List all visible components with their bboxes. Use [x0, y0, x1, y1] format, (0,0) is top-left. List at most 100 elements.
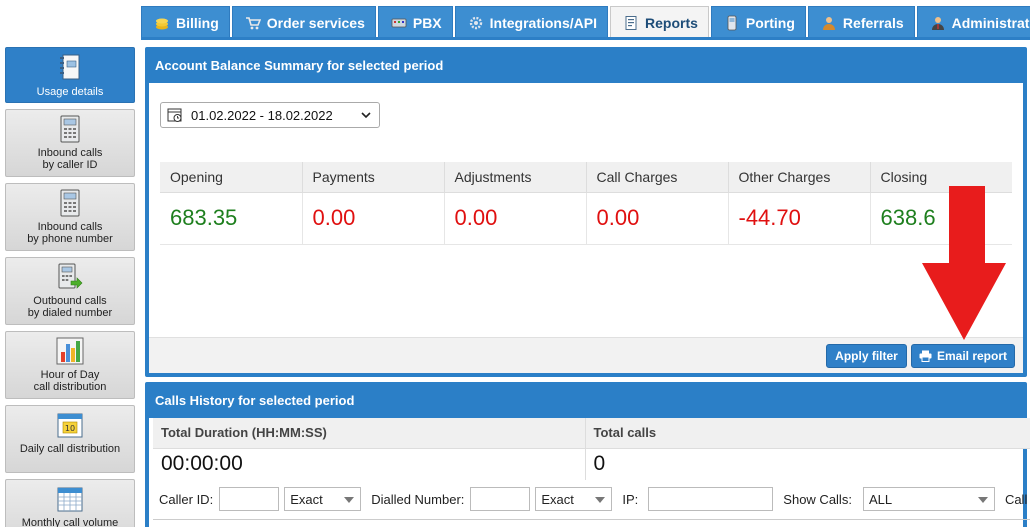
sidebar-item-monthly-call-volume[interactable]: Monthly call volume — [5, 479, 135, 527]
user-icon — [822, 16, 835, 30]
panel-body: 01.02.2022 - 18.02.2022 Opening Payments… — [149, 83, 1023, 373]
tab-porting[interactable]: Porting — [710, 6, 806, 38]
email-report-label: Email report — [936, 349, 1008, 363]
show-calls-select[interactable]: ALL — [862, 487, 995, 511]
tab-underline — [141, 37, 1030, 40]
col-adjustments: Adjustments — [443, 162, 586, 193]
tab-reports[interactable]: Reports — [610, 6, 709, 39]
sidebar-item-label: Monthly call volume — [21, 517, 119, 527]
sidebar: Usage details Inbound calls by caller ID… — [5, 47, 135, 527]
caret-down-icon — [595, 497, 606, 503]
dialled-number-match-select[interactable]: Exact — [535, 487, 613, 511]
notebook-icon — [60, 54, 80, 80]
apply-filter-button[interactable]: Apply filter — [826, 344, 907, 368]
panel-footer: Apply filter Email report — [149, 337, 1023, 373]
col-opening: Opening — [160, 162, 302, 193]
tab-label: Billing — [176, 14, 219, 31]
sidebar-item-label: Inbound calls by phone number — [27, 221, 113, 245]
tab-pbx[interactable]: PBX — [377, 6, 453, 38]
table-row: 683.35 0.00 0.00 0.00 -44.70 638.6 — [160, 192, 1012, 245]
tab-label: Porting — [745, 14, 795, 31]
table-row: 00:00:00 0 — [153, 448, 1030, 480]
calendar-icon: 10 — [57, 413, 83, 438]
col-payments: Payments — [301, 162, 444, 193]
call-charges-value: 0.00 — [585, 192, 728, 245]
tab-label: Referrals — [842, 14, 904, 31]
payments-value: 0.00 — [301, 192, 444, 245]
tab-label: Reports — [645, 15, 698, 31]
caller-id-match-select[interactable]: Exact — [284, 487, 362, 511]
other-charges-value: -44.70 — [727, 192, 870, 245]
reports-page: Billing Order services PBX Integrations/… — [0, 0, 1030, 527]
bar-chart-icon — [56, 337, 84, 365]
tab-billing[interactable]: Billing — [141, 6, 230, 38]
pbx-icon — [391, 18, 407, 27]
select-value: Exact — [290, 491, 323, 507]
tab-order-services[interactable]: Order services — [231, 6, 376, 38]
sidebar-item-inbound-by-phone-number[interactable]: Inbound calls by phone number — [5, 183, 135, 251]
call-type-label: Call Typ — [1004, 491, 1030, 507]
sidebar-item-inbound-by-caller-id[interactable]: Inbound calls by caller ID — [5, 109, 135, 177]
tab-label: Integrations/API — [489, 14, 598, 31]
ip-input[interactable] — [648, 487, 774, 511]
top-tabs: Billing Order services PBX Integrations/… — [141, 6, 1030, 39]
date-range-value: 01.02.2022 - 18.02.2022 — [191, 107, 333, 123]
date-range-picker[interactable]: 01.02.2022 - 18.02.2022 — [160, 102, 380, 128]
sidebar-item-daily-call-distribution[interactable]: 10 Daily call distribution — [5, 405, 135, 473]
sidebar-item-label: Inbound calls by caller ID — [37, 147, 103, 171]
table-header-row: Total Duration (HH:MM:SS) Total calls — [153, 418, 1030, 449]
calls-filter-row: Caller ID: Exact Dialled Number: Exact I… — [159, 486, 1030, 512]
tab-label: Administrators — [951, 14, 1030, 31]
sidebar-item-label: Usage details — [36, 86, 104, 98]
col-total-calls: Total calls — [584, 418, 1030, 449]
calendar-grid-icon — [57, 487, 83, 512]
phone-keypad-icon — [60, 115, 80, 143]
caller-id-input[interactable] — [219, 487, 280, 511]
total-duration-value: 00:00:00 — [161, 452, 243, 476]
coins-icon — [156, 18, 168, 29]
tab-label: Order services — [266, 14, 365, 31]
calls-totals-table: Total Duration (HH:MM:SS) Total calls 00… — [153, 418, 1030, 480]
sidebar-item-usage-details[interactable]: Usage details — [5, 47, 135, 103]
caret-down-icon — [344, 497, 355, 503]
calls-history-panel: Calls History for selected period Total … — [145, 382, 1030, 527]
tab-administrators[interactable]: Administrators — [916, 6, 1030, 38]
sidebar-item-label: Daily call distribution — [19, 443, 121, 455]
select-value: Exact — [541, 491, 574, 507]
admin-icon — [931, 16, 944, 30]
table-divider — [153, 519, 1030, 520]
ip-label: IP: — [622, 491, 639, 507]
col-total-duration: Total Duration (HH:MM:SS) — [153, 418, 585, 449]
table-header-row: Opening Payments Adjustments Call Charge… — [160, 162, 1012, 193]
sidebar-item-hour-of-day[interactable]: Hour of Day call distribution — [5, 331, 135, 399]
email-report-button[interactable]: Email report — [911, 344, 1015, 368]
red-arrow-annotation — [922, 186, 1006, 340]
tab-referrals[interactable]: Referrals — [807, 6, 915, 38]
adjustments-value: 0.00 — [443, 192, 586, 245]
account-balance-panel: Account Balance Summary for selected per… — [145, 47, 1027, 377]
tab-label: PBX — [412, 14, 442, 31]
report-icon — [625, 16, 637, 30]
dialled-number-label: Dialled Number: — [371, 491, 465, 507]
show-calls-label: Show Calls: — [783, 491, 852, 507]
panel-title: Calls History for selected period — [155, 393, 355, 408]
phone-icon — [727, 15, 737, 30]
caret-down-icon — [977, 497, 988, 503]
sidebar-item-label: Hour of Day call distribution — [33, 369, 107, 393]
sidebar-item-label: Outbound calls by dialed number — [27, 295, 113, 319]
panel-title: Account Balance Summary for selected per… — [155, 58, 444, 73]
phone-keypad-icon — [60, 189, 80, 217]
tab-integrations-api[interactable]: Integrations/API — [454, 6, 609, 38]
printer-icon — [919, 350, 932, 362]
chevron-down-icon — [361, 112, 371, 119]
dialled-number-input[interactable] — [470, 487, 531, 511]
balance-summary-table: Opening Payments Adjustments Call Charge… — [160, 162, 1012, 245]
panel-body: Total Duration (HH:MM:SS) Total calls 00… — [149, 418, 1030, 527]
gear-icon — [469, 16, 482, 29]
svg-text:10: 10 — [65, 424, 75, 433]
sidebar-item-outbound-by-dialed-number[interactable]: Outbound calls by dialed number — [5, 257, 135, 325]
caller-id-label: Caller ID: — [159, 491, 214, 507]
phone-outbound-icon — [58, 263, 83, 289]
opening-value: 683.35 — [160, 192, 302, 245]
arrow-shape — [922, 186, 1006, 340]
